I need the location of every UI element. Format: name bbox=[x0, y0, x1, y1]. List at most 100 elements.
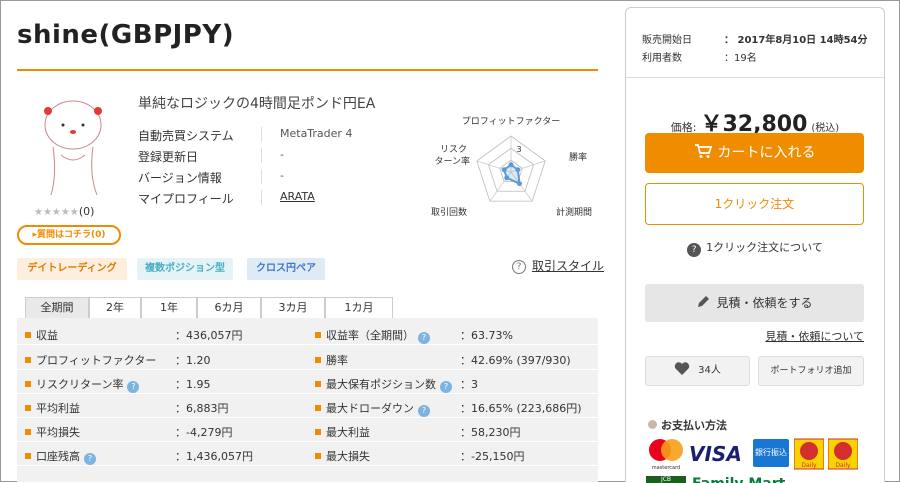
bullet-icon bbox=[315, 357, 321, 363]
estimate-label: 見積・依頼をする bbox=[716, 296, 813, 310]
sale-meta: 販売開始日 ： 2017年8月10日 14時54分 利用者数 ：19名 bbox=[642, 31, 868, 67]
author-avatar[interactable] bbox=[37, 95, 109, 203]
users-value: ：19名 bbox=[724, 53, 757, 64]
sale-start-value: ： 2017年8月10日 14時54分 bbox=[724, 35, 868, 46]
bullet-icon bbox=[25, 332, 31, 338]
radar-chart: プロフィットファクター 勝率 計測期間 取引回数 リスク ターン率 3 bbox=[431, 116, 592, 218]
stat-value-text: ：1.95 bbox=[175, 378, 211, 391]
stat-label-text: 平均損失 bbox=[36, 426, 80, 439]
mastercard-text: mastercard bbox=[652, 465, 680, 471]
stat-label: リスクリターン率? bbox=[25, 376, 140, 393]
one-click-about-label: 1クリック注文について bbox=[706, 241, 823, 254]
trading-style-link[interactable]: ? 取引スタイル bbox=[512, 257, 604, 274]
daily-yamazaki-icon: Daily bbox=[794, 438, 824, 470]
tag-multi-position[interactable]: 複数ポジション型 bbox=[137, 258, 233, 280]
stat-value: ：1,436,057円 bbox=[175, 448, 253, 464]
bank-transfer-icon: 銀行振込 bbox=[753, 439, 789, 467]
tab-2-years[interactable]: 2年 bbox=[89, 297, 141, 318]
stat-label-text: 最大利益 bbox=[326, 426, 370, 439]
payment-title-label: お支払い方法 bbox=[661, 419, 727, 432]
stat-value-text: ：42.69% (397/930) bbox=[460, 354, 571, 367]
radar-label-risk-line1: リスク bbox=[440, 144, 467, 155]
stats-row: プロフィットファクター ：1.20 勝率 ：42.69% (397/930) bbox=[17, 346, 598, 370]
question-icon: ? bbox=[512, 260, 526, 274]
add-to-cart-button[interactable]: カートに入れる bbox=[645, 133, 864, 173]
stat-value-text: ：63.73% bbox=[460, 329, 513, 342]
tab-1-month[interactable]: 1カ月 bbox=[325, 297, 393, 318]
tab-3-months[interactable]: 3カ月 bbox=[261, 297, 325, 318]
stat-value: ：6,883円 bbox=[175, 400, 229, 416]
portfolio-add-button[interactable]: ポートフォリオ追加 bbox=[758, 356, 864, 386]
info-row: 自動売買システム MetaTrader 4 bbox=[138, 124, 388, 145]
help-icon[interactable]: ? bbox=[127, 381, 140, 393]
question-icon: ? bbox=[687, 243, 702, 257]
visa-icon: VISA bbox=[689, 442, 742, 466]
sale-start-label: 販売開始日 bbox=[642, 35, 692, 46]
stat-label: 収益率（全期間）? bbox=[315, 327, 430, 344]
stat-value: ：63.73% bbox=[460, 327, 513, 343]
bullet-icon bbox=[25, 453, 31, 459]
rating-count: (0) bbox=[78, 205, 95, 218]
payment-title: お支払い方法 bbox=[648, 417, 727, 433]
stat-label: プロフィットファクター bbox=[25, 352, 156, 368]
info-value: MetaTrader 4 bbox=[280, 127, 353, 140]
info-value: - bbox=[280, 148, 284, 161]
stat-label: 最大損失 bbox=[315, 448, 370, 464]
stat-value-text: ：1,436,057円 bbox=[175, 450, 253, 463]
radar-label-period: 計測期間 bbox=[556, 206, 592, 218]
stat-label: 最大利益 bbox=[315, 424, 370, 440]
help-icon[interactable]: ? bbox=[440, 381, 452, 393]
radar-point bbox=[504, 175, 510, 181]
stat-value: ：16.65% (223,686円) bbox=[460, 400, 582, 416]
stat-value-text: ：-4,279円 bbox=[175, 426, 233, 439]
stat-value-text: ：436,057円 bbox=[175, 329, 243, 342]
radar-point bbox=[508, 162, 514, 168]
stats-row: 口座残高? ：1,436,057円 最大損失 ：-25,150円 bbox=[17, 442, 598, 466]
stat-label-text: 平均利益 bbox=[36, 402, 80, 415]
radar-point bbox=[516, 181, 522, 187]
help-icon[interactable]: ? bbox=[418, 405, 430, 417]
stats-row: 収益 ：436,057円 収益率（全期間）? ：63.73% bbox=[17, 321, 598, 345]
mastercard-icon: mastercard bbox=[649, 439, 683, 471]
stat-value-text: ：6,883円 bbox=[175, 402, 229, 415]
cart-icon bbox=[694, 144, 712, 158]
tab-6-months[interactable]: 6カ月 bbox=[197, 297, 261, 318]
bullet-icon bbox=[315, 332, 321, 338]
radar-scale-label: 3 bbox=[516, 145, 521, 154]
title-divider bbox=[17, 69, 598, 71]
bullet-icon bbox=[25, 405, 31, 411]
bullet-icon bbox=[25, 381, 31, 387]
daily-text: Daily bbox=[835, 462, 851, 469]
tab-1-year[interactable]: 1年 bbox=[141, 297, 197, 318]
one-click-about[interactable]: ? 1クリック注文について bbox=[626, 239, 884, 257]
stat-label-text: リスクリターン率 bbox=[36, 378, 124, 391]
help-icon[interactable]: ? bbox=[84, 453, 96, 465]
estimate-request-button[interactable]: 見積・依頼をする bbox=[645, 284, 864, 322]
bullet-icon bbox=[315, 405, 321, 411]
cart-label: カートに入れる bbox=[717, 145, 816, 161]
favorite-button[interactable]: 34人 bbox=[645, 356, 750, 386]
question-button[interactable]: ▸質問はコチラ(0) bbox=[17, 225, 121, 245]
stat-label: 最大ドローダウン? bbox=[315, 400, 430, 417]
estimate-about-link[interactable]: 見積・依頼について bbox=[765, 328, 864, 344]
info-row: 登録更新日 - bbox=[138, 145, 388, 166]
bullet-icon bbox=[25, 357, 31, 363]
main-content: shine(GBPJPY) ★★★★★(0) ▸質問はコチラ(0) 単純なロジッ… bbox=[17, 0, 604, 482]
stat-label-text: 収益率（全期間） bbox=[326, 329, 414, 342]
stat-value: ：42.69% (397/930) bbox=[460, 352, 571, 368]
tab-all-period[interactable]: 全期間 bbox=[25, 297, 89, 318]
daily-text: Daily bbox=[801, 462, 817, 469]
favorite-count: 34人 bbox=[698, 365, 721, 376]
stat-value: ：3 bbox=[460, 376, 478, 392]
tag-daytrading[interactable]: デイトレーディング bbox=[17, 258, 127, 280]
help-icon[interactable]: ? bbox=[418, 332, 430, 344]
info-key: 自動売買システム bbox=[138, 129, 234, 143]
product-info: 自動売買システム MetaTrader 4 登録更新日 - バージョン情報 - マイプ… bbox=[138, 124, 388, 208]
users-label: 利用者数 bbox=[642, 53, 682, 64]
one-click-order-button[interactable]: 1クリック注文 bbox=[645, 183, 864, 225]
tag-cross-yen[interactable]: クロス円ペア bbox=[247, 258, 325, 280]
stat-label: 口座残高? bbox=[25, 448, 96, 465]
stats-row: リスクリターン率? ：1.95 最大保有ポジション数? ：3 bbox=[17, 370, 598, 394]
profile-link[interactable]: ARATA bbox=[280, 190, 315, 203]
stats-row: 平均損失 ：-4,279円 最大利益 ：58,230円 bbox=[17, 418, 598, 442]
